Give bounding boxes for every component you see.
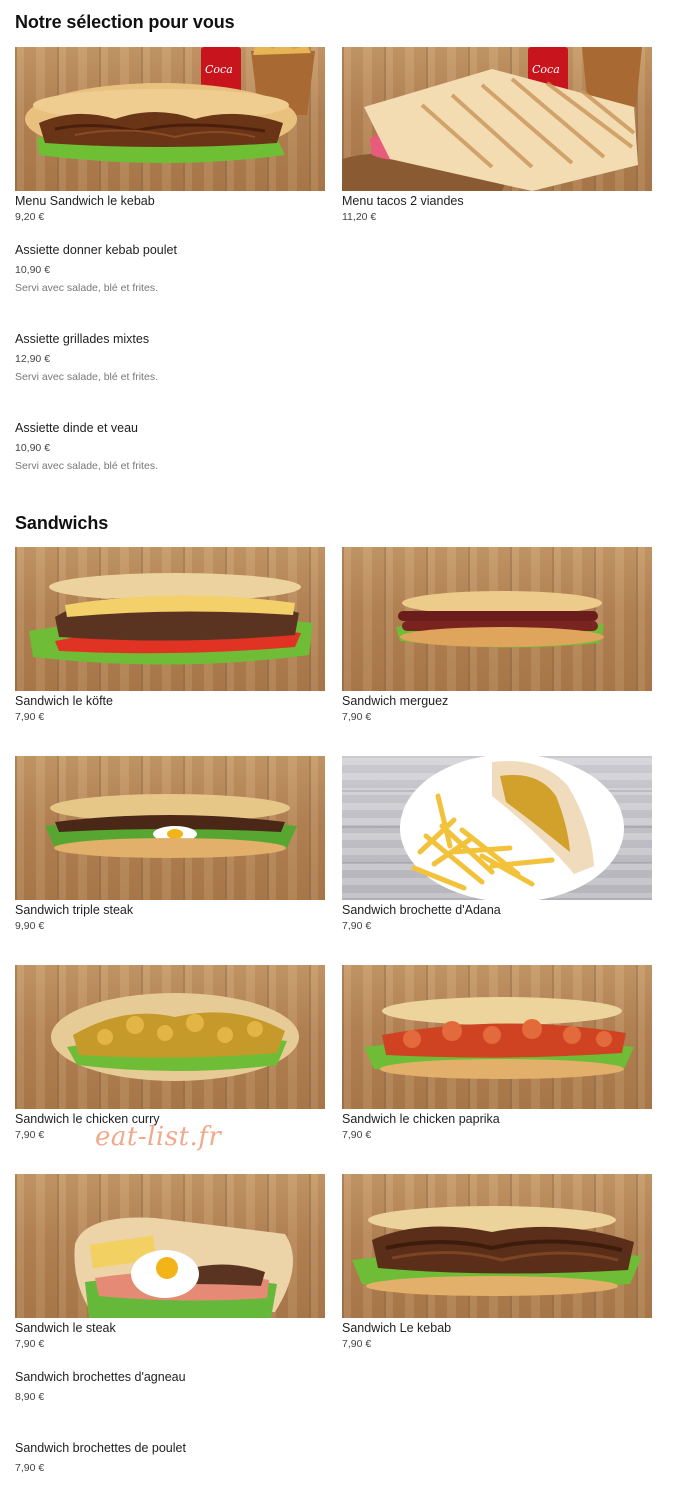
- menu-item-name[interactable]: Sandwich brochettes de poulet: [15, 1441, 186, 1455]
- menu-item-name[interactable]: Sandwich brochettes d'agneau: [15, 1370, 186, 1384]
- menu-item-price: 7,90 €: [15, 711, 45, 723]
- menu-item-card[interactable]: Coca: [15, 47, 325, 191]
- sandwich-kebab-photo: [342, 1174, 652, 1318]
- sandwich-chicken-curry-photo: [15, 965, 325, 1109]
- menu-item-price: 7,90 €: [15, 1462, 45, 1474]
- menu-item-card[interactable]: Coca: [342, 47, 652, 191]
- menu-item-name[interactable]: Sandwich le köfte: [15, 694, 113, 708]
- menu-item-name[interactable]: Assiette dinde et veau: [15, 421, 138, 435]
- menu-item-card[interactable]: [342, 547, 652, 691]
- menu-item-price: 12,90 €: [15, 353, 51, 365]
- sandwich-kofte-photo: [15, 547, 325, 691]
- menu-item-price: 7,90 €: [15, 1129, 45, 1141]
- menu-item-card[interactable]: [15, 756, 325, 900]
- menu-item-name[interactable]: Assiette grillades mixtes: [15, 332, 149, 346]
- menu-item-card[interactable]: [342, 756, 652, 900]
- sandwich-triple-steak-photo: [15, 756, 325, 900]
- menu-item-card[interactable]: [15, 965, 325, 1109]
- menu-item-description: Servi avec salade, blé et frites.: [15, 460, 158, 472]
- menu-item-name[interactable]: Sandwich brochette d'Adana: [342, 903, 501, 917]
- watermark-text: eat-list.fr: [95, 1122, 222, 1152]
- svg-text:Coca: Coca: [205, 63, 233, 76]
- menu-item-description: Servi avec salade, blé et frites.: [15, 282, 158, 294]
- menu-item-card[interactable]: [342, 965, 652, 1109]
- menu-item-name[interactable]: Sandwich le chicken paprika: [342, 1112, 500, 1126]
- menu-item-price: 11,20 €: [342, 211, 377, 223]
- menu-item-name[interactable]: Menu tacos 2 viandes: [342, 194, 464, 208]
- menu-tacos-photo: Coca: [342, 47, 652, 191]
- menu-item-name[interactable]: Sandwich le steak: [15, 1321, 116, 1335]
- menu-item-price: 9,20 €: [15, 211, 45, 223]
- menu-item-price: 10,90 €: [15, 264, 51, 276]
- menu-item-price: 10,90 €: [15, 442, 51, 454]
- menu-item-price: 7,90 €: [15, 1338, 45, 1350]
- sandwich-steak-photo: [15, 1174, 325, 1318]
- svg-text:Coca: Coca: [532, 63, 560, 76]
- menu-item-name[interactable]: Assiette donner kebab poulet: [15, 243, 177, 257]
- menu-item-price: 8,90 €: [15, 1391, 45, 1403]
- sandwich-merguez-photo: [342, 547, 652, 691]
- menu-item-name[interactable]: Sandwich Le kebab: [342, 1321, 451, 1335]
- section-title-sandwichs: Sandwichs: [15, 513, 109, 533]
- menu-sandwich-kebab-photo: Coca: [15, 47, 325, 191]
- menu-item-card[interactable]: [342, 1174, 652, 1318]
- menu-item-price: 9,90 €: [15, 920, 45, 932]
- menu-item-card[interactable]: [15, 547, 325, 691]
- menu-item-name[interactable]: Sandwich triple steak: [15, 903, 133, 917]
- sandwich-chicken-paprika-photo: [342, 965, 652, 1109]
- sandwich-brochette-adana-photo: [342, 756, 652, 900]
- menu-item-name[interactable]: Menu Sandwich le kebab: [15, 194, 155, 208]
- menu-item-price: 7,90 €: [342, 920, 372, 932]
- section-title-selection: Notre sélection pour vous: [15, 12, 235, 32]
- menu-item-name[interactable]: Sandwich merguez: [342, 694, 448, 708]
- menu-item-price: 7,90 €: [342, 1338, 372, 1350]
- menu-item-description: Servi avec salade, blé et frites.: [15, 371, 158, 383]
- menu-item-card[interactable]: [15, 1174, 325, 1318]
- menu-item-price: 7,90 €: [342, 711, 372, 723]
- menu-item-price: 7,90 €: [342, 1129, 372, 1141]
